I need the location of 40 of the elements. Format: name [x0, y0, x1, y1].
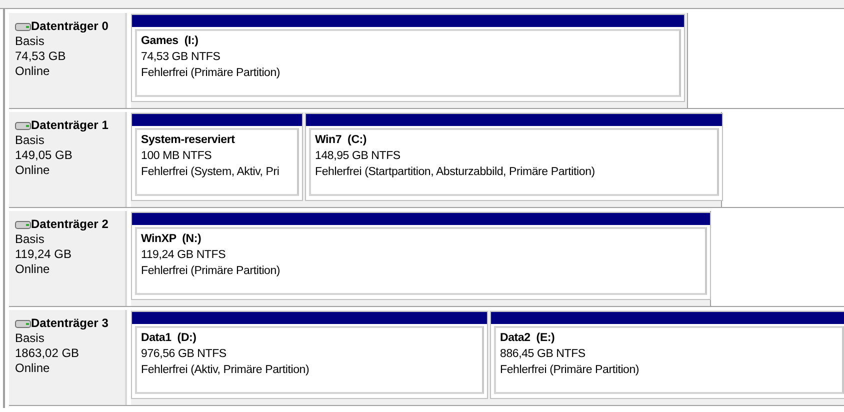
- disk-name: Datenträger 3: [31, 316, 108, 331]
- disk-size: 119,24 GB: [15, 247, 72, 262]
- disk-size: 1863,02 GB: [15, 346, 80, 361]
- partition-label: Win7 (C:): [315, 133, 368, 148]
- disk-size: 74,53 GB: [15, 49, 67, 64]
- partition-label: Data2 (E:): [500, 331, 556, 346]
- partition-status: Fehlerfrei (Aktiv, Primäre Partition): [141, 363, 310, 378]
- disk-status: Online: [15, 64, 51, 79]
- partition-status: Fehlerfrei (Primäre Partition): [500, 363, 640, 378]
- disk-status: Online: [15, 262, 51, 277]
- partition-size: 100 MB NTFS: [141, 149, 213, 164]
- disk-type: Basis: [15, 331, 46, 346]
- partition-status: Fehlerfrei (System, Aktiv, Pri: [141, 165, 280, 180]
- partition-size: 148,95 GB NTFS: [315, 149, 402, 164]
- disk-size: 149,05 GB: [15, 148, 74, 163]
- partition-size: 119,24 GB NTFS: [141, 248, 227, 263]
- disk-name: Datenträger 1: [31, 118, 108, 133]
- partition-box[interactable]: Data2 (E:) 886,45 GB NTFS Fehlerfrei (Primäre Partition): [494, 326, 844, 394]
- partition-box[interactable]: Games (I:) 74,53 GB NTFS Fehlerfrei (Primäre Partition): [135, 29, 681, 97]
- disk-name: Datenträger 2: [31, 217, 108, 232]
- disk-type: Basis: [15, 133, 46, 148]
- partition-size: 74,53 GB NTFS: [141, 50, 222, 65]
- partition-size: 886,45 GB NTFS: [500, 347, 586, 362]
- partition-size: 976,56 GB NTFS: [141, 347, 228, 362]
- partition-status: Fehlerfrei (Startpartition, Absturzabbild, Primäre Partition): [315, 165, 596, 180]
- partition-label: Data1 (D:): [141, 331, 198, 346]
- disk-status: Online: [15, 361, 51, 376]
- partition-label: System-reserviert: [141, 133, 236, 148]
- partition-box[interactable]: System-reserviert 100 MB NTFS Fehlerfrei (System, Aktiv, Pri: [135, 128, 299, 196]
- disk-type: Basis: [15, 34, 46, 49]
- disk-name: Datenträger 0: [31, 19, 108, 34]
- partition-label: Games (I:): [141, 34, 200, 49]
- partition-status: Fehlerfrei (Primäre Partition): [141, 264, 282, 279]
- disk-status: Online: [15, 163, 51, 178]
- partition-box[interactable]: WinXP (N:) 119,24 GB NTFS Fehlerfrei (Primäre Partition): [135, 227, 707, 295]
- disk-type: Basis: [15, 232, 46, 247]
- partition-status: Fehlerfrei (Primäre Partition): [141, 66, 282, 81]
- partition-box[interactable]: Win7 (C:) 148,95 GB NTFS Fehlerfrei (Startpartition, Absturzabbild, Primäre Partition): [309, 128, 719, 196]
- partition-box[interactable]: Data1 (D:) 976,56 GB NTFS Fehlerfrei (Aktiv, Primäre Partition): [135, 326, 484, 394]
- partition-label: WinXP (N:): [141, 232, 202, 247]
